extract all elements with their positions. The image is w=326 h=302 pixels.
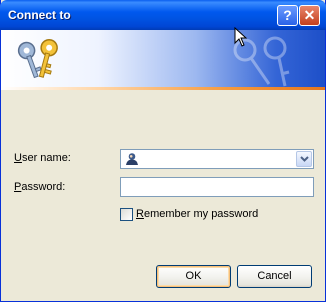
- password-field[interactable]: [120, 177, 314, 197]
- user-name-combobox[interactable]: [120, 149, 314, 169]
- close-icon: ✕: [303, 7, 316, 23]
- mouse-pointer-icon: [234, 27, 248, 47]
- remember-password-checkbox[interactable]: [120, 208, 133, 221]
- user-icon: [126, 153, 138, 165]
- user-name-dropdown-button[interactable]: [296, 151, 312, 167]
- help-icon: ?: [283, 7, 292, 23]
- keys-icon: [17, 39, 58, 79]
- remember-password-label[interactable]: Remember my password: [136, 208, 258, 220]
- cancel-button[interactable]: Cancel: [237, 265, 312, 288]
- password-label: Password:: [14, 181, 66, 193]
- close-button[interactable]: ✕: [299, 5, 320, 26]
- connect-dialog: Connect to ? ✕ User name: Password: Reme…: [0, 0, 326, 302]
- help-button[interactable]: ?: [277, 5, 298, 26]
- title-bar[interactable]: Connect to ? ✕: [0, 0, 326, 30]
- chevron-down-icon: [300, 156, 309, 162]
- window-title: Connect to: [8, 8, 71, 22]
- user-name-label: User name:: [14, 152, 71, 164]
- ok-button[interactable]: OK: [156, 265, 231, 288]
